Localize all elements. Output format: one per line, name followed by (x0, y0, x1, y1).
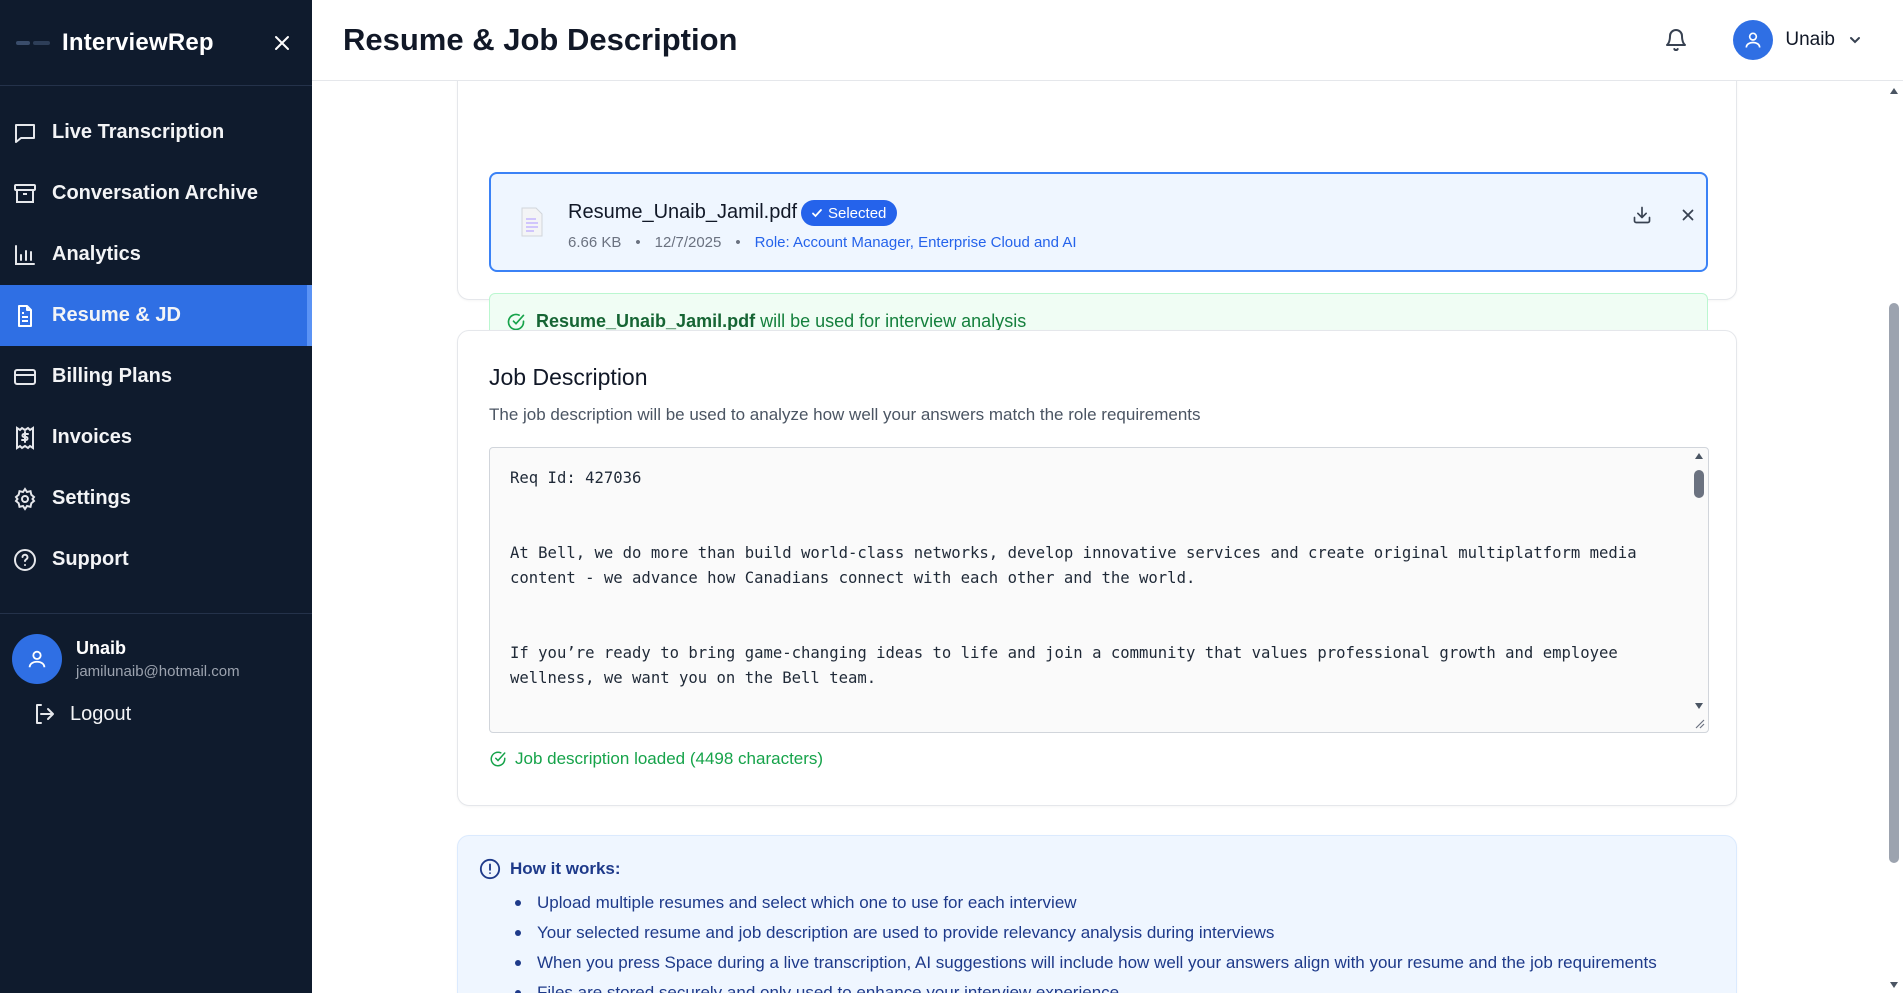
how-it-works-card: How it works: Upload multiple resumes an… (457, 835, 1737, 993)
download-resume-button[interactable] (1629, 202, 1655, 228)
sidebar-item-label: Live Transcription (52, 121, 225, 143)
chevron-down-icon (1850, 37, 1860, 44)
sidebar-item-analytics[interactable]: Analytics (0, 224, 312, 285)
check-icon (811, 207, 823, 219)
sidebar-item-label: Settings (52, 487, 131, 509)
sidebar-user-profile[interactable]: Unaib jamilunaib@hotmail.com (12, 634, 312, 684)
user-icon (1745, 32, 1761, 48)
job-description-status: Job description loaded (4498 characters) (489, 749, 823, 769)
badge-label: Selected (828, 204, 887, 222)
user-name: Unaib (76, 638, 127, 658)
sidebar-item-label: Resume & JD (52, 304, 181, 326)
logout-label: Logout (70, 702, 132, 725)
resume-card: Resume_Unaib_Jamil.pdf Selected 6.66 KB … (457, 81, 1737, 350)
scroll-down-icon (1890, 982, 1898, 988)
close-icon (1682, 209, 1694, 221)
job-description-help: The job description will be used to anal… (489, 405, 1201, 424)
list-item: When you press Space during a live trans… (513, 948, 1657, 978)
info-icon (479, 858, 501, 880)
scroll-up-icon (1890, 88, 1898, 94)
resume-file-name: Resume_Unaib_Jamil.pdf (568, 201, 798, 223)
sidebar-user-block: Unaib jamilunaib@hotmail.com Logout (0, 613, 312, 726)
brand-logo-icon (16, 36, 50, 50)
gear-icon (13, 486, 37, 511)
avatar (12, 634, 62, 684)
archive-icon (13, 182, 37, 206)
sidebar-item-support[interactable]: Support (0, 529, 312, 590)
check-circle-icon (506, 312, 526, 332)
user-icon (28, 650, 46, 668)
user-menu-name: Unaib (1785, 29, 1835, 50)
resume-file-date: 12/7/2025 (654, 234, 722, 251)
sidebar-item-invoices[interactable]: Invoices (0, 407, 312, 468)
sidebar-item-label: Analytics (52, 243, 141, 265)
selected-resume-item[interactable]: Resume_Unaib_Jamil.pdf Selected 6.66 KB … (489, 172, 1708, 272)
sidebar-item-resume-jd[interactable]: Resume & JD (0, 285, 312, 346)
file-pdf-icon (521, 207, 543, 237)
user-info: Unaib jamilunaib@hotmail.com (76, 638, 240, 680)
job-description-textarea[interactable]: Req Id: 427036 At Bell, we do more than … (489, 447, 1709, 733)
selected-badge: Selected (801, 200, 898, 226)
scroll-up-icon (1695, 453, 1703, 459)
receipt-dollar-icon (13, 425, 37, 450)
user-email: jamilunaib@hotmail.com (76, 663, 240, 680)
logout-icon (32, 702, 56, 726)
check-circle-icon (489, 750, 507, 768)
job-description-title: Job Description (489, 364, 648, 390)
close-icon (275, 35, 289, 50)
sidebar-item-label: Invoices (52, 426, 133, 448)
textarea-scroll-thumb[interactable] (1694, 470, 1704, 498)
job-description-status-text: Job description loaded (4498 characters) (515, 749, 824, 768)
resume-file-meta: 6.66 KB • 12/7/2025 • Role: Account Mana… (568, 234, 1077, 251)
bell-icon (1666, 29, 1687, 52)
sidebar-item-label: Conversation Archive (52, 182, 258, 204)
avatar (1733, 20, 1774, 60)
brand-header: InterviewRep (0, 0, 312, 86)
logout-button[interactable]: Logout (12, 702, 312, 726)
how-it-works-header: How it works: (479, 858, 621, 880)
download-icon (1633, 206, 1651, 224)
resume-role: Role: Account Manager, Enterprise Cloud … (754, 234, 1077, 251)
sidebar: InterviewRep Live Transcription Conversa… (0, 0, 312, 993)
job-description-card: Job Description The job description will… (457, 330, 1737, 806)
page-scroll-thumb[interactable] (1889, 303, 1899, 863)
success-file-name: Resume_Unaib_Jamil.pdf (536, 311, 756, 331)
resize-handle-icon[interactable] (1692, 716, 1706, 730)
scroll-down-icon (1695, 703, 1703, 709)
help-circle-icon (13, 548, 37, 572)
sidebar-item-label: Support (52, 548, 129, 570)
success-text: will be used for interview analysis (760, 311, 1027, 331)
resume-file-size: 6.66 KB (568, 234, 622, 251)
textarea-scrollbar[interactable] (1690, 448, 1708, 732)
top-header: Resume & Job Description Unaib (312, 0, 1903, 81)
meta-separator: • (735, 234, 741, 251)
how-it-works-list: Upload multiple resumes and select which… (513, 888, 1657, 993)
job-description-text: Req Id: 427036 At Bell, we do more than … (510, 469, 1637, 687)
list-item: Upload multiple resumes and select which… (513, 888, 1657, 918)
close-sidebar-button[interactable] (268, 29, 296, 57)
sidebar-item-settings[interactable]: Settings (0, 468, 312, 529)
page-title: Resume & Job Description (343, 22, 738, 57)
sidebar-item-billing-plans[interactable]: Billing Plans (0, 346, 312, 407)
sidebar-nav: Live Transcription Conversation Archive … (0, 86, 312, 590)
remove-resume-button[interactable] (1675, 202, 1701, 228)
chat-icon (13, 121, 37, 145)
notifications-button[interactable] (1659, 23, 1693, 57)
how-it-works-title: How it works: (510, 859, 621, 878)
meta-separator: • (635, 234, 641, 251)
sidebar-item-conversation-archive[interactable]: Conversation Archive (0, 163, 312, 224)
document-icon (13, 304, 37, 328)
user-menu-button[interactable]: Unaib (1733, 20, 1863, 60)
brand-name: InterviewRep (62, 28, 214, 56)
credit-card-icon (13, 365, 37, 389)
main-content: Resume_Unaib_Jamil.pdf Selected 6.66 KB … (312, 81, 1885, 993)
bar-chart-icon (13, 243, 37, 267)
list-item: Your selected resume and job description… (513, 918, 1657, 948)
sidebar-item-live-transcription[interactable]: Live Transcription (0, 102, 312, 163)
list-item: Files are stored securely and only used … (513, 978, 1657, 993)
page-scrollbar[interactable] (1885, 81, 1903, 993)
sidebar-item-label: Billing Plans (52, 365, 173, 387)
